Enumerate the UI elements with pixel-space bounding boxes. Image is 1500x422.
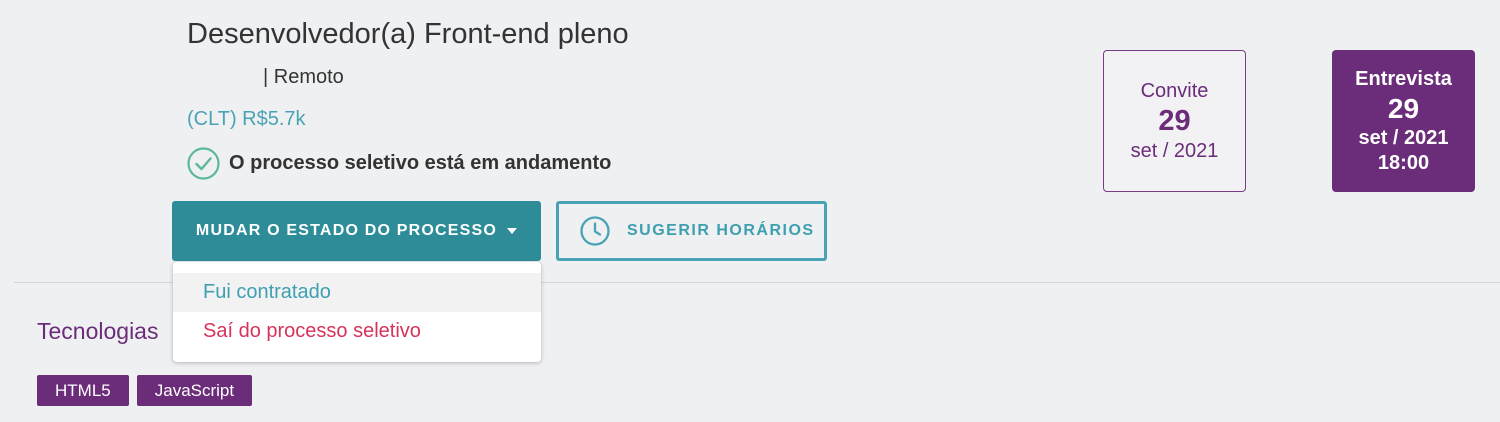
interview-day: 29 xyxy=(1387,92,1420,124)
job-location: | Remoto xyxy=(263,66,344,88)
job-salary: (CLT) R$5.7k xyxy=(187,108,306,130)
dropdown-item-left-process[interactable]: Saí do processo seletivo xyxy=(173,312,541,351)
interview-time: 18:00 xyxy=(1377,151,1430,174)
technologies-heading: Tecnologias xyxy=(37,318,159,344)
change-process-state-button[interactable]: MUDAR O ESTADO DO PROCESSO xyxy=(172,201,541,261)
technology-tags: HTML5 JavaScript xyxy=(37,375,253,406)
status-text: O processo seletivo está em andamento xyxy=(229,152,612,174)
suggest-times-label: SUGERIR HORÁRIOS xyxy=(627,222,815,239)
job-title: Desenvolvedor(a) Front-end pleno xyxy=(187,18,629,50)
tag-html5: HTML5 xyxy=(37,375,129,406)
invite-day: 29 xyxy=(1158,104,1191,137)
invite-month-year: set / 2021 xyxy=(1130,139,1219,162)
check-circle-icon xyxy=(187,147,220,180)
suggest-times-button[interactable]: SUGERIR HORÁRIOS xyxy=(556,201,827,261)
process-status: O processo seletivo está em andamento xyxy=(187,147,611,180)
change-process-state-label: MUDAR O ESTADO DO PROCESSO xyxy=(195,222,498,239)
tag-javascript: JavaScript xyxy=(136,375,253,406)
interview-label: Entrevista xyxy=(1355,67,1452,90)
process-state-dropdown: Fui contratado Saí do processo seletivo xyxy=(173,262,541,362)
clock-icon xyxy=(580,216,610,246)
caret-down-icon xyxy=(507,228,518,234)
interview-card: Entrevista 29 set / 2021 18:00 xyxy=(1332,50,1475,192)
dropdown-item-hired[interactable]: Fui contratado xyxy=(173,273,541,312)
invite-label: Convite xyxy=(1140,79,1209,102)
interview-month-year: set / 2021 xyxy=(1358,126,1449,149)
invite-card: Convite 29 set / 2021 xyxy=(1103,50,1246,192)
